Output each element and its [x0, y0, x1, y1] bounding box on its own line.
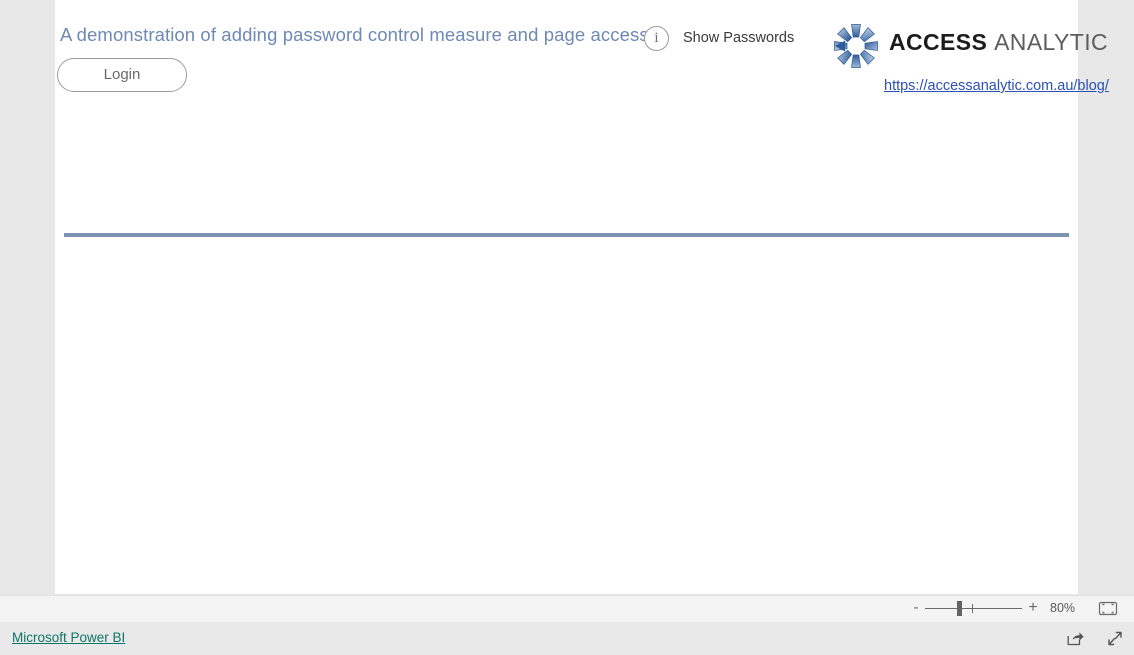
zoom-slider-track[interactable] — [925, 608, 1022, 609]
microsoft-power-bi-link[interactable]: Microsoft Power BI — [12, 630, 125, 645]
brand-wordmark-light: ANALYTIC — [994, 29, 1109, 55]
zoom-level-label: 80% — [1050, 601, 1076, 615]
zoom-in-button[interactable]: + — [1027, 599, 1039, 617]
brand-wordmark-bold: ACCESS — [889, 29, 988, 55]
access-analytic-logo-icon — [830, 20, 882, 72]
fullscreen-icon[interactable] — [1105, 629, 1125, 648]
login-button[interactable]: Login — [57, 58, 187, 92]
report-page: A demonstration of adding password contr… — [55, 0, 1109, 594]
brand-wordmark: ACCESS ANALYTIC — [889, 29, 1108, 56]
power-bi-report-viewer: A demonstration of adding password contr… — [0, 0, 1134, 655]
show-passwords-label: Show Passwords — [683, 30, 795, 46]
zoom-toolbar: - + 80% — [0, 595, 1134, 623]
fit-to-page-icon[interactable] — [1098, 600, 1118, 617]
share-icon[interactable] — [1065, 629, 1085, 648]
page-title: A demonstration of adding password contr… — [60, 24, 649, 45]
brand-url-link[interactable]: https://accessanalytic.com.au/blog/ — [884, 78, 1109, 94]
divider-rule — [64, 233, 1069, 237]
zoom-out-button[interactable]: - — [911, 600, 921, 618]
zoom-slider-handle[interactable] — [957, 601, 962, 616]
zoom-slider-tick — [972, 604, 973, 613]
brand-logo-block: ACCESS ANALYTIC https://accessanalytic.c… — [828, 18, 1109, 98]
info-icon[interactable]: i — [644, 26, 669, 51]
status-bar: Microsoft Power BI — [0, 622, 1134, 655]
report-canvas-backdrop: A demonstration of adding password contr… — [0, 0, 1134, 595]
